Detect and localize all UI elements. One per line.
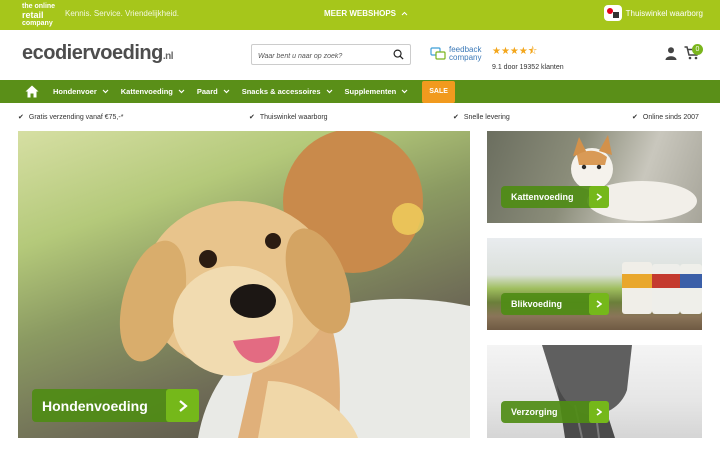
usp-item: ✔ Gratis verzending vanaf €75,-* bbox=[18, 113, 124, 122]
hero-banner[interactable]: Hondenvoeding bbox=[18, 131, 470, 438]
usp-item: ✔ Thuiswinkel waarborg bbox=[249, 113, 328, 122]
usp-item: ✔ Online sinds 2007 bbox=[632, 113, 699, 122]
top-strip: the online retail company Kennis. Servic… bbox=[0, 0, 720, 30]
blikvoeding-label: Blikvoeding bbox=[511, 299, 563, 309]
nav-item-snacks-accessoires[interactable]: Snacks & accessoires bbox=[242, 87, 333, 96]
feedback-line-2: company bbox=[449, 53, 482, 62]
chevron-down-icon bbox=[102, 89, 109, 94]
cans-photo bbox=[622, 262, 702, 314]
checkmark-icon: ✔ bbox=[18, 114, 24, 121]
kattenvoeding-tile[interactable]: Kattenvoeding bbox=[487, 131, 702, 223]
chevron-down-icon bbox=[326, 89, 332, 94]
thuiswinkel-trust-link[interactable]: Thuiswinkel waarborg bbox=[603, 5, 703, 21]
nav-item-supplementen[interactable]: Supplementen bbox=[345, 87, 409, 96]
usp-item: ✔ Snelle levering bbox=[453, 113, 510, 122]
rating-stars-icon: ★★★★⯪ bbox=[492, 46, 538, 57]
verzorging-label: Verzorging bbox=[511, 407, 558, 417]
retail-logo-line-3: company bbox=[22, 20, 53, 27]
chevron-right-icon bbox=[166, 389, 199, 422]
usp-label: Online sinds 2007 bbox=[642, 113, 699, 121]
nav-item-paard[interactable]: Paard bbox=[197, 87, 230, 96]
retail-logo-line-2: retail bbox=[22, 10, 44, 20]
retail-logo-line-1: the online bbox=[22, 3, 56, 10]
more-webshops-dropdown[interactable]: MEER WEBSHOPS bbox=[324, 9, 408, 18]
usp-label: Snelle levering bbox=[463, 113, 510, 121]
blikvoeding-tile[interactable]: Blikvoeding bbox=[487, 238, 702, 330]
chevron-down-icon bbox=[223, 89, 230, 94]
nav-item-label: Paard bbox=[196, 87, 218, 96]
nav-item-label: Kattenvoeding bbox=[120, 87, 173, 96]
nav-item-kattenvoeding[interactable]: Kattenvoeding bbox=[121, 87, 185, 96]
cart-count-badge: 0 bbox=[692, 44, 703, 55]
chevron-up-icon bbox=[401, 11, 408, 16]
search-box bbox=[251, 44, 411, 66]
logo-suffix: .nl bbox=[162, 51, 174, 62]
feedback-company-text: feedback company bbox=[449, 46, 481, 62]
verzorging-button[interactable]: Verzorging bbox=[501, 401, 609, 423]
paw-photo bbox=[542, 345, 632, 438]
home-icon[interactable] bbox=[25, 85, 39, 98]
online-retail-company-logo[interactable]: the online retail company bbox=[22, 3, 56, 27]
chevron-down-icon bbox=[401, 89, 408, 94]
tagline: Kennis. Service. Vriendelijkheid. bbox=[65, 9, 179, 18]
search-input[interactable] bbox=[252, 47, 388, 66]
site-logo[interactable]: ecodiervoeding.nl bbox=[22, 42, 173, 65]
logo-text: ecodiervoeding bbox=[22, 42, 163, 64]
nav-item-hondenvoer[interactable]: Hondenvoer bbox=[53, 87, 109, 96]
verzorging-tile[interactable]: Verzorging bbox=[487, 345, 702, 438]
cat-photo bbox=[571, 135, 697, 221]
usp-label: Gratis verzending vanaf €75,-* bbox=[28, 113, 124, 121]
thuiswinkel-badge-icon bbox=[603, 5, 622, 21]
nav-item-label: Supplementen bbox=[344, 87, 397, 96]
feedback-company-logo[interactable]: feedback company bbox=[430, 46, 481, 62]
checkmark-icon: ✔ bbox=[249, 114, 255, 121]
blikvoeding-button[interactable]: Blikvoeding bbox=[501, 293, 609, 315]
feedback-bubbles-icon bbox=[430, 47, 446, 60]
search-icon[interactable] bbox=[393, 49, 404, 60]
nav-item-label: Snacks & accessoires bbox=[241, 87, 321, 96]
nav-item-label: Hondenvoer bbox=[53, 87, 97, 96]
thuiswinkel-label: Thuiswinkel waarborg bbox=[625, 8, 703, 18]
chevron-right-icon bbox=[589, 401, 609, 423]
customer-rating[interactable]: ★★★★⯪ 9.1 door 19352 klanten bbox=[492, 44, 564, 71]
usp-label: Thuiswinkel waarborg bbox=[259, 113, 328, 121]
more-webshops-label: MEER WEBSHOPS bbox=[324, 9, 397, 18]
site-header: ecodiervoeding.nl feedback company ★★★★⯪… bbox=[0, 30, 720, 80]
usp-bar: ✔ Gratis verzending vanaf €75,-* ✔ Thuis… bbox=[0, 110, 720, 124]
hondenvoeding-button[interactable]: Hondenvoeding bbox=[32, 389, 199, 422]
main-navigation: Hondenvoer Kattenvoeding Paard Snacks & … bbox=[0, 80, 720, 103]
account-icon[interactable] bbox=[665, 47, 677, 60]
checkmark-icon: ✔ bbox=[453, 114, 459, 121]
kattenvoeding-label: Kattenvoeding bbox=[511, 192, 574, 202]
chevron-down-icon bbox=[178, 89, 185, 94]
kattenvoeding-button[interactable]: Kattenvoeding bbox=[501, 186, 609, 208]
chevron-right-icon bbox=[589, 186, 609, 208]
sale-button[interactable]: SALE bbox=[422, 80, 455, 103]
rating-text: 9.1 door 19352 klanten bbox=[492, 64, 564, 71]
hondenvoeding-label: Hondenvoeding bbox=[42, 397, 148, 414]
checkmark-icon: ✔ bbox=[632, 114, 638, 121]
chevron-right-icon bbox=[589, 293, 609, 315]
